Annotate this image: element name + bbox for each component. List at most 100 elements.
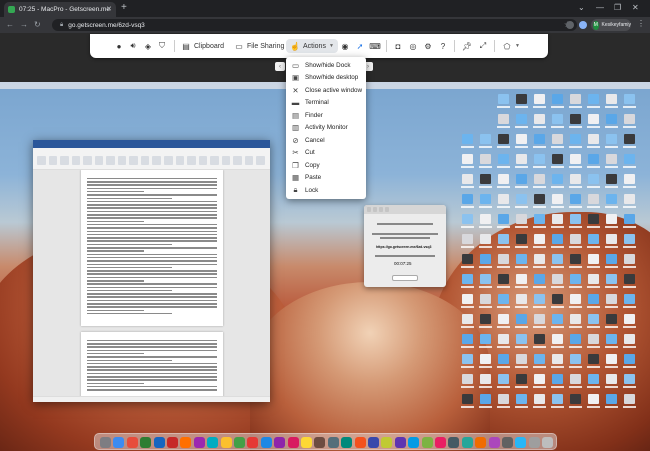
- desktop-file-icon[interactable]: [516, 214, 527, 224]
- desktop-file-icon[interactable]: [498, 194, 509, 204]
- desktop-file-icon[interactable]: [588, 354, 599, 364]
- menu-item-cancel[interactable]: ⊘ Cancel: [286, 134, 366, 147]
- ribbon-button[interactable]: [106, 156, 115, 165]
- minimize-icon[interactable]: —: [596, 4, 604, 12]
- menu-item-show-hide-desktop[interactable]: ▣ Show/hide desktop: [286, 72, 366, 85]
- desktop-file-icon[interactable]: [498, 254, 509, 264]
- desktop-file-icon[interactable]: [624, 154, 635, 164]
- window-close-icon[interactable]: ✕: [632, 4, 639, 12]
- desktop-file-icon[interactable]: [534, 334, 545, 344]
- dock-app-icon[interactable]: [354, 437, 366, 448]
- desktop-file-icon[interactable]: [570, 214, 581, 224]
- desktop-file-icon[interactable]: [606, 274, 617, 284]
- camera-icon[interactable]: ◘: [393, 39, 403, 53]
- actions-button[interactable]: ☝ Actions ▼: [286, 39, 338, 53]
- desktop-file-icon[interactable]: [552, 154, 563, 164]
- desktop-file-icon[interactable]: [552, 334, 563, 344]
- desktop-file-icon[interactable]: [534, 234, 545, 244]
- dock-app-icon[interactable]: [260, 437, 272, 448]
- desktop-file-icon[interactable]: [624, 394, 635, 404]
- desktop-file-icon[interactable]: [462, 314, 473, 324]
- desktop-file-icon[interactable]: [534, 194, 545, 204]
- desktop-file-icon[interactable]: [480, 294, 491, 304]
- ribbon-button[interactable]: [233, 156, 242, 165]
- desktop-file-icon[interactable]: [534, 274, 545, 284]
- dock-app-icon[interactable]: [234, 437, 245, 448]
- desktop-file-icon[interactable]: [516, 154, 527, 164]
- desktop-file-icon[interactable]: [624, 234, 635, 244]
- dialog-tab[interactable]: [373, 207, 377, 212]
- desktop-file-icon[interactable]: [462, 394, 473, 404]
- dock-app-icon[interactable]: [394, 437, 406, 448]
- monitor-icon[interactable]: ⬠ ▼: [502, 39, 520, 53]
- desktop-file-icon[interactable]: [570, 314, 581, 324]
- ribbon-button[interactable]: [71, 156, 81, 165]
- desktop-file-icon[interactable]: [588, 214, 599, 224]
- dock-app-icon[interactable]: [207, 437, 219, 448]
- clipboard-button[interactable]: ▤ Clipboard: [181, 39, 224, 53]
- desktop-file-icon[interactable]: [606, 234, 617, 244]
- desktop-file-icon[interactable]: [480, 314, 491, 324]
- desktop-file-icon[interactable]: [498, 154, 509, 164]
- ribbon-button[interactable]: [187, 156, 196, 165]
- desktop-file-icon[interactable]: [462, 294, 473, 304]
- desktop-file-icon[interactable]: [516, 314, 527, 324]
- desktop-file-icon[interactable]: [624, 354, 635, 364]
- desktop-file-icon[interactable]: [606, 254, 617, 264]
- ribbon-button[interactable]: [94, 156, 104, 165]
- desktop-file-icon[interactable]: [570, 394, 581, 404]
- desktop-file-icon[interactable]: [498, 334, 509, 344]
- desktop-file-icon[interactable]: [480, 154, 491, 164]
- extension-icon[interactable]: [566, 21, 574, 29]
- file-sharing-button[interactable]: ▭ File Sharing ▼: [234, 39, 292, 53]
- menu-item-close-active-window[interactable]: ✕ Close active window: [286, 84, 366, 97]
- ribbon-button[interactable]: [83, 156, 92, 165]
- reload-icon[interactable]: ↻: [34, 20, 41, 29]
- desktop-file-icon[interactable]: [624, 374, 635, 384]
- ribbon-button[interactable]: [117, 156, 127, 165]
- pin-icon[interactable]: 📌︎: [462, 39, 472, 53]
- desktop-file-icon[interactable]: [534, 114, 545, 124]
- menu-item-copy[interactable]: ❐ Copy: [286, 159, 366, 172]
- desktop-file-icon[interactable]: [516, 174, 527, 184]
- dock-app-icon[interactable]: [193, 437, 205, 448]
- desktop-file-icon[interactable]: [498, 234, 509, 244]
- menu-item-activity-monitor[interactable]: ▥ Activity Monitor: [286, 122, 366, 135]
- desktop-file-icon[interactable]: [588, 154, 599, 164]
- layers-icon[interactable]: ◈: [143, 39, 153, 53]
- desktop-file-icon[interactable]: [570, 274, 581, 284]
- desktop-file-icon[interactable]: [498, 114, 509, 124]
- desktop-file-icon[interactable]: [606, 194, 617, 204]
- desktop-file-icon[interactable]: [498, 294, 509, 304]
- desktop-file-icon[interactable]: [552, 394, 563, 404]
- desktop-file-icon[interactable]: [462, 374, 473, 384]
- desktop-file-icon[interactable]: [552, 254, 563, 264]
- desktop-file-icon[interactable]: [534, 214, 545, 224]
- settings-icon[interactable]: ⚙: [423, 39, 433, 53]
- ribbon-button[interactable]: [140, 156, 150, 165]
- desktop-file-icon[interactable]: [588, 174, 599, 184]
- desktop-file-icon[interactable]: [552, 354, 563, 364]
- shield-icon[interactable]: ⛉: [157, 39, 167, 53]
- desktop-file-icon[interactable]: [462, 254, 473, 264]
- dock-app-icon[interactable]: [167, 437, 178, 448]
- pointer-icon[interactable]: ➚: [355, 39, 365, 53]
- desktop-file-icon[interactable]: [624, 194, 635, 204]
- desktop-file-icon[interactable]: [588, 314, 599, 324]
- desktop-file-icon[interactable]: [570, 334, 581, 344]
- desktop-file-icon[interactable]: [606, 114, 617, 124]
- desktop-file-icon[interactable]: [516, 374, 527, 384]
- ribbon-button[interactable]: [48, 156, 58, 165]
- dialog-tab[interactable]: [379, 207, 383, 212]
- document-titlebar[interactable]: [33, 140, 270, 148]
- dock-app-icon[interactable]: [502, 437, 513, 448]
- target-icon[interactable]: ◎: [408, 39, 418, 53]
- desktop-file-icon[interactable]: [516, 194, 527, 204]
- tab-close-icon[interactable]: ✕: [106, 5, 112, 13]
- ribbon-button[interactable]: [244, 156, 254, 165]
- dialog-link[interactable]: https://go.getscreen.me/6zd-vsq3: [376, 245, 431, 249]
- desktop-file-icon[interactable]: [462, 134, 473, 144]
- desktop-file-icon[interactable]: [534, 134, 545, 144]
- desktop-file-icon[interactable]: [480, 214, 491, 224]
- desktop-file-icon[interactable]: [480, 394, 491, 404]
